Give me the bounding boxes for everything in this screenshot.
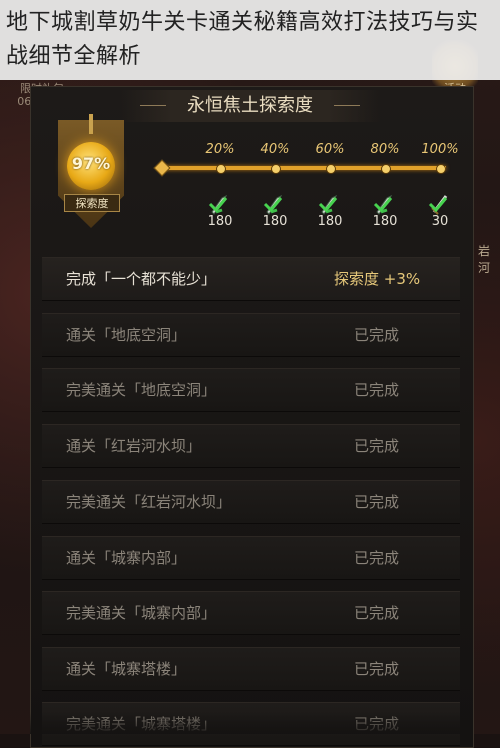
- task-name: 完美通关「红岩河水坝」: [66, 493, 232, 511]
- milestone-reward-value: 180: [262, 214, 288, 229]
- milestone-label: 20%: [205, 142, 235, 157]
- milestone-dot: [381, 164, 391, 174]
- task-status: 已完成: [354, 549, 400, 567]
- task-name: 通关「地底空洞」: [66, 326, 187, 344]
- task-name: 完美通关「城寨内部」: [66, 604, 217, 622]
- task-name: 通关「城寨内部」: [66, 549, 187, 567]
- milestone-reward-value: 180: [207, 214, 233, 229]
- progress-track: 20% 180 40% 180 60% 180 80% 180 100% 30: [153, 142, 459, 229]
- task-status: 已完成: [354, 660, 400, 678]
- badge-spire: [89, 114, 93, 134]
- task-row: 完美通关「城寨内部」 已完成: [42, 591, 460, 635]
- milestone-reward-value: 30: [431, 214, 449, 229]
- task-row[interactable]: 完成「一个都不能少」 探索度 +3%: [42, 257, 460, 301]
- list-bottom-fade: [30, 712, 472, 734]
- task-name: 完美通关「地底空洞」: [66, 381, 217, 399]
- exploration-badge: 97% 探索度: [58, 114, 124, 228]
- milestone-label: 40%: [260, 142, 290, 157]
- task-name: 通关「红岩河水坝」: [66, 437, 202, 455]
- task-name: 完成「一个都不能少」: [66, 270, 217, 288]
- task-row: 通关「地底空洞」 已完成: [42, 313, 460, 357]
- side-location-label: 岩河: [478, 244, 491, 275]
- task-status: 已完成: [354, 437, 400, 455]
- task-row: 通关「红岩河水坝」 已完成: [42, 424, 460, 468]
- task-status: 已完成: [354, 326, 400, 344]
- milestone-dot: [326, 164, 336, 174]
- milestone-reward-value: 180: [372, 214, 398, 229]
- badge-percent: 97%: [71, 154, 111, 173]
- badge-label: 探索度: [64, 194, 120, 212]
- milestone-label: 80%: [370, 142, 400, 157]
- task-name: 通关「城寨塔楼」: [66, 660, 187, 678]
- task-reward: 探索度 +3%: [334, 270, 421, 288]
- task-row: 通关「城寨内部」 已完成: [42, 536, 460, 580]
- milestone-label: 60%: [315, 142, 345, 157]
- task-row: 完美通关「地底空洞」 已完成: [42, 368, 460, 412]
- task-row: 通关「城寨塔楼」 已完成: [42, 647, 460, 691]
- milestone-label: 100%: [421, 142, 459, 157]
- milestone-dot: [436, 164, 446, 174]
- milestone-dot: [271, 164, 281, 174]
- task-row: 完美通关「红岩河水坝」 已完成: [42, 480, 460, 524]
- task-status: 已完成: [354, 381, 400, 399]
- task-status: 已完成: [354, 493, 400, 511]
- milestone-dot: [216, 164, 226, 174]
- panel-title: 永恒焦土探索度: [120, 90, 380, 122]
- milestone-reward-value: 180: [317, 214, 343, 229]
- task-status: 已完成: [354, 604, 400, 622]
- article-caption: 地下城割草奶牛关卡通关秘籍高效打法技巧与实战细节全解析: [0, 0, 500, 80]
- progress-fill: [164, 166, 446, 170]
